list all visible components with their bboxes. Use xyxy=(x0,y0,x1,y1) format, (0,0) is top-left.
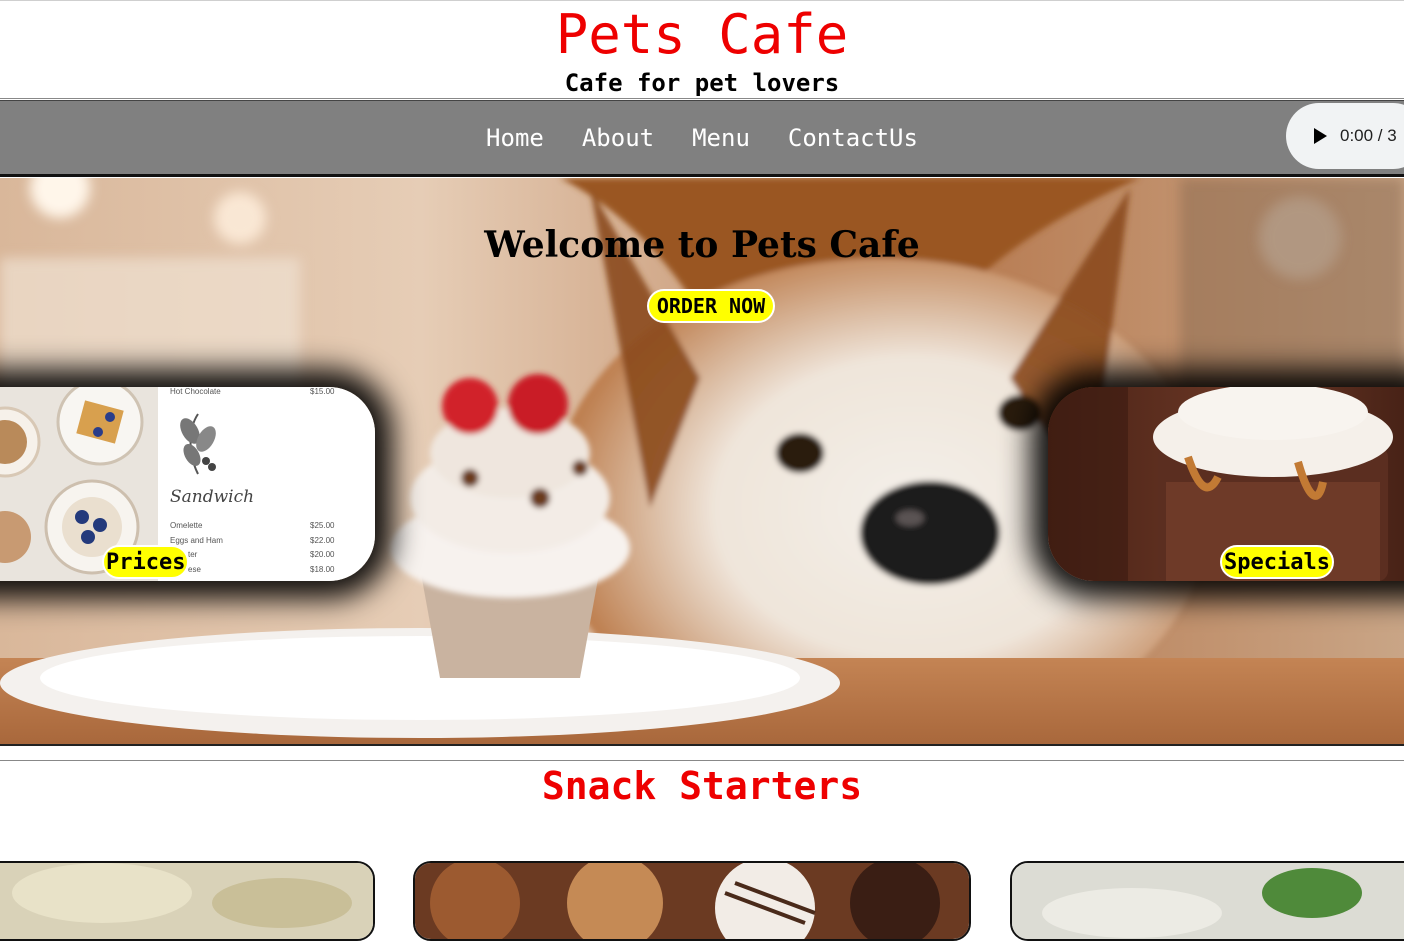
menu-item-name: Eggs and Ham xyxy=(170,536,223,545)
main-navbar: Home About Menu ContactUs 0:00 / 3 xyxy=(0,100,1404,177)
menu-section-heading: Sandwich xyxy=(170,487,255,507)
section-divider xyxy=(0,760,1404,761)
nav-link-contact[interactable]: ContactUs xyxy=(788,124,918,152)
snack-image xyxy=(1012,863,1404,939)
prices-card[interactable]: Hot Chocolate $15.00 Sandwich Omelette $… xyxy=(0,387,375,581)
menu-price-sheet: Hot Chocolate $15.00 Sandwich Omelette $… xyxy=(158,387,375,581)
snack-card[interactable] xyxy=(1010,861,1404,941)
site-tagline: Cafe for pet lovers xyxy=(564,69,840,97)
hero-banner: Welcome to Pets Cafe ORDER NOW Hot Choco… xyxy=(0,178,1404,746)
specials-card[interactable]: Specials xyxy=(1048,387,1404,581)
snack-image xyxy=(415,863,969,939)
menu-item-price: $20.00 xyxy=(310,550,335,559)
audio-time-display: 0:00 / 3 xyxy=(1340,126,1397,145)
coffee-leaf-icon xyxy=(180,413,216,475)
hero-heading: Welcome to Pets Cafe xyxy=(484,224,920,266)
site-header: Pets Cafe Cafe for pet lovers xyxy=(0,0,1404,98)
menu-item-name: ter xyxy=(188,550,198,559)
nav-link-home[interactable]: Home xyxy=(486,124,544,152)
menu-item-price: $15.00 xyxy=(310,387,335,396)
menu-item-price: $22.00 xyxy=(310,536,335,545)
specials-label[interactable]: Specials xyxy=(1220,545,1334,579)
menu-item-name: Omelette xyxy=(170,521,203,530)
snack-card[interactable] xyxy=(413,861,971,941)
nav-links: Home About Menu ContactUs xyxy=(0,101,1404,175)
audio-player[interactable]: 0:00 / 3 xyxy=(1286,103,1404,169)
snack-image xyxy=(0,863,373,939)
menu-item-name: ese xyxy=(188,565,201,574)
prices-label[interactable]: Prices xyxy=(102,545,190,579)
snack-starters-heading: Snack Starters xyxy=(541,764,863,808)
nav-link-about[interactable]: About xyxy=(582,124,654,152)
snack-card[interactable] xyxy=(0,861,375,941)
header-divider xyxy=(0,98,1404,99)
order-now-button[interactable]: ORDER NOW xyxy=(647,289,775,323)
menu-item-name: Hot Chocolate xyxy=(170,387,221,396)
menu-item-price: $18.00 xyxy=(310,565,335,574)
site-title: Pets Cafe xyxy=(555,3,849,66)
nav-link-menu[interactable]: Menu xyxy=(692,124,750,152)
play-icon[interactable] xyxy=(1314,128,1327,144)
menu-item-price: $25.00 xyxy=(310,521,335,530)
